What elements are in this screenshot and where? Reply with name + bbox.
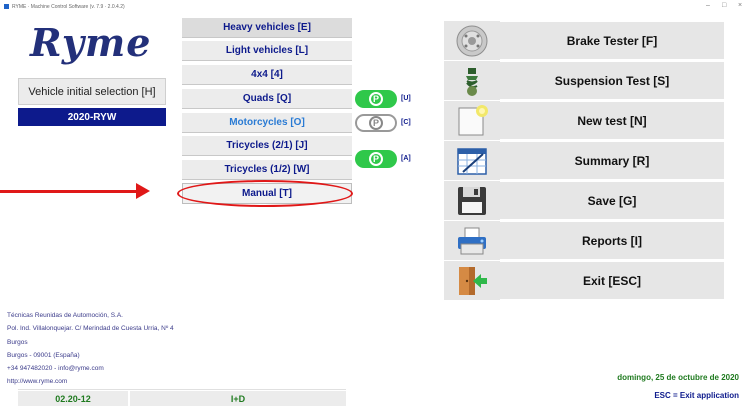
quads-button[interactable]: Quads [Q] [182, 88, 352, 109]
version-display: 02.20-12 [18, 391, 128, 406]
suspension-icon [444, 61, 500, 100]
footer-divider [18, 389, 346, 390]
summary-button[interactable]: Summary [R] [444, 141, 724, 181]
suspension-test-label: Suspension Test [S] [554, 73, 670, 88]
brake-tester-label: Brake Tester [F] [566, 33, 658, 48]
reports-button[interactable]: Reports [I] [444, 221, 724, 261]
p-tag-c: [C] [401, 119, 411, 126]
ryme-logo: Ryme [30, 20, 152, 65]
esc-hint: ESC = Exit application [654, 391, 739, 400]
plate-display: 2020-RYW [18, 108, 166, 126]
company-contact: +34 947482020 - info@ryme.com [7, 365, 104, 373]
window-title: RYME · Machine Control Software (v. 7.9 … [12, 4, 125, 10]
company-city: Burgos [7, 338, 28, 346]
suspension-test-button[interactable]: Suspension Test [S] [444, 61, 724, 101]
tricycles-1-2-button[interactable]: Tricycles (1/2) [W] [182, 159, 352, 180]
main-window: RYME · Machine Control Software (v. 7.9 … [0, 0, 751, 419]
summary-chart-icon [444, 141, 500, 180]
app-icon [4, 4, 9, 9]
p-green-icon[interactable]: P [355, 90, 397, 108]
summary-label: Summary [R] [574, 153, 650, 168]
motorcycles-button[interactable]: Motorcycles [O] [182, 112, 352, 133]
vehicle-initial-selection-button[interactable]: Vehicle initial selection [H] [18, 78, 166, 105]
annotation-arrow-head [136, 183, 150, 199]
company-info: Técnicas Reunidas de Automoción, S.A. Po… [7, 309, 174, 389]
save-button[interactable]: Save [G] [444, 181, 724, 221]
heavy-vehicles-button[interactable]: Heavy vehicles [E] [182, 17, 352, 38]
brake-tester-button[interactable]: Brake Tester [F] [444, 21, 724, 61]
p-green-icon[interactable]: P [355, 150, 397, 168]
p-tag-a: [A] [401, 155, 411, 162]
exit-button[interactable]: Exit [ESC] [444, 261, 724, 301]
date-display: domingo, 25 de octubre de 2020 [617, 373, 739, 382]
company-website[interactable]: http://www.ryme.com [7, 375, 174, 388]
annotation-arrow-line [0, 190, 138, 193]
new-test-button[interactable]: New test [N] [444, 101, 724, 141]
light-vehicles-button[interactable]: Light vehicles [L] [182, 40, 352, 61]
title-bar: RYME · Machine Control Software (v. 7.9 … [0, 0, 751, 14]
new-test-label: New test [N] [577, 113, 647, 128]
company-address: Pol. Ind. Villalonquejar. C/ Merindad de… [7, 325, 174, 333]
new-document-icon [444, 101, 500, 140]
p-grey-icon[interactable]: P [355, 114, 397, 132]
company-name: Técnicas Reunidas de Automoción, S.A. [7, 312, 123, 319]
maximize-icon[interactable]: □ [722, 2, 726, 9]
printer-icon [444, 221, 500, 260]
exit-label: Exit [ESC] [582, 273, 641, 288]
minimize-icon[interactable]: – [706, 2, 710, 9]
tricycles-2-1-button[interactable]: Tricycles (2/1) [J] [182, 135, 352, 156]
4x4-button[interactable]: 4x4 [4] [182, 64, 352, 85]
p-tag-u: [U] [401, 95, 411, 102]
highlight-ellipse [177, 180, 353, 207]
floppy-disk-icon [444, 181, 500, 220]
brake-disc-icon [444, 21, 500, 60]
reports-label: Reports [I] [582, 233, 642, 248]
mode-display: I+D [130, 391, 346, 406]
exit-door-icon [444, 261, 500, 300]
close-icon[interactable]: × [738, 2, 742, 9]
company-postal: Burgos - 09001 (España) [7, 351, 80, 359]
save-label: Save [G] [587, 193, 637, 208]
